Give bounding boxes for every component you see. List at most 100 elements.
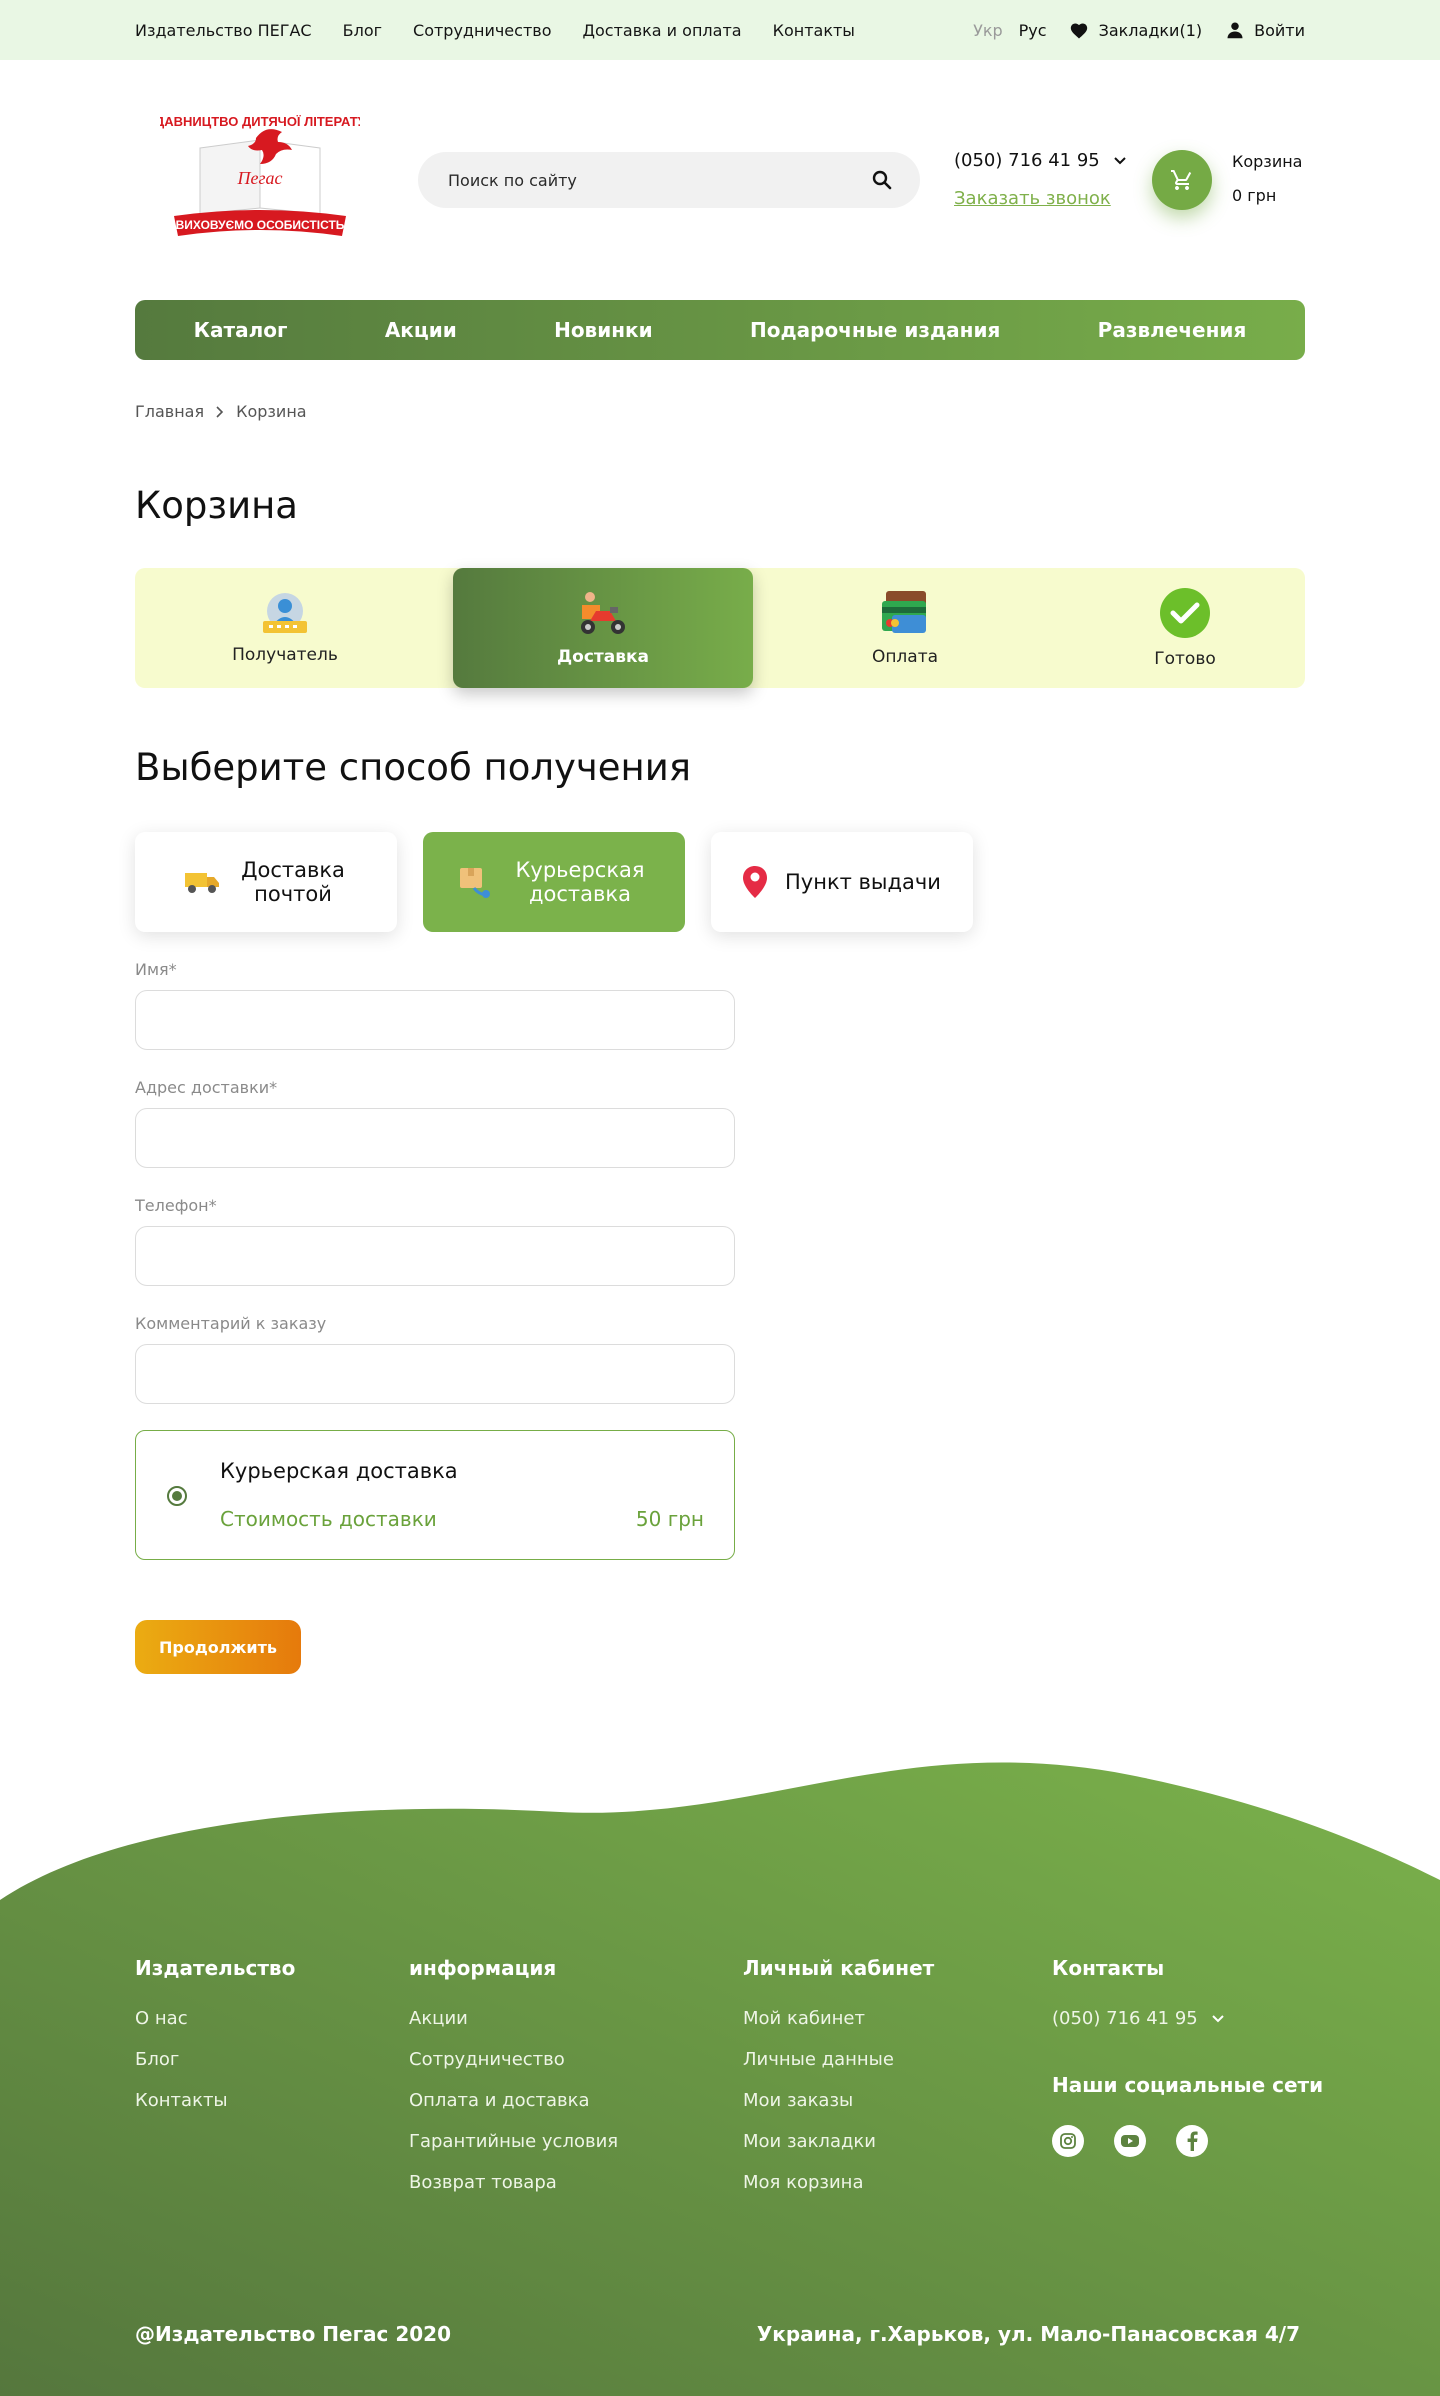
step-payment-label: Оплата bbox=[871, 647, 939, 667]
step-payment[interactable]: Оплата bbox=[755, 568, 1055, 688]
youtube-icon[interactable] bbox=[1114, 2125, 1146, 2157]
option-post-label: Доставка почтой bbox=[241, 857, 345, 906]
footer-link-payment-delivery[interactable]: Оплата и доставка bbox=[409, 2090, 618, 2111]
comment-label: Комментарий к заказу bbox=[135, 1314, 327, 1333]
location-pin-icon bbox=[743, 866, 768, 898]
footer-col-info-title: информация bbox=[409, 1956, 557, 1980]
logo[interactable]: ВИДАВНИЦТВО ДИТЯЧОЇ ЛІТЕРАТУРИ Пегас ВИХ… bbox=[136, 108, 384, 248]
footer-link-my-bookmarks[interactable]: Мои закладки bbox=[743, 2131, 934, 2152]
option-courier-label: Курьерская доставка bbox=[515, 857, 645, 906]
footer-link-promotions[interactable]: Акции bbox=[409, 2008, 618, 2029]
login-label: Войти bbox=[1254, 20, 1305, 40]
footer-col-account-title: Личный кабинет bbox=[743, 1956, 935, 1980]
shipping-name: Курьерская доставка bbox=[220, 1459, 458, 1483]
footer-col-publisher-title: Издательство bbox=[135, 1956, 296, 1980]
lang-ukr[interactable]: Укр bbox=[973, 21, 1003, 40]
footer-link-my-cart[interactable]: Моя корзина bbox=[743, 2172, 934, 2193]
comment-field[interactable] bbox=[135, 1344, 735, 1404]
truck-icon bbox=[185, 873, 219, 893]
breadcrumb: Главная Корзина bbox=[135, 402, 307, 421]
chevron-down-icon bbox=[1114, 156, 1126, 164]
address-field[interactable] bbox=[135, 1108, 735, 1168]
footer-phone[interactable]: (050) 716 41 95 bbox=[1052, 2008, 1323, 2029]
phone-label: Телефон* bbox=[135, 1196, 217, 1215]
step-delivery-label: Доставка bbox=[557, 647, 649, 667]
top-link-publisher[interactable]: Издательство ПЕГАС bbox=[135, 21, 312, 40]
heart-icon bbox=[1070, 23, 1087, 39]
footer-phone-number: (050) 716 41 95 bbox=[1052, 2008, 1198, 2029]
nav-catalog[interactable]: Каталог bbox=[194, 318, 288, 342]
bookmarks-link[interactable]: Закладки(1) bbox=[1069, 20, 1203, 40]
top-nav: Издательство ПЕГАС Блог Сотрудничество Д… bbox=[135, 0, 855, 60]
footer-link-warranty[interactable]: Гарантийные условия bbox=[409, 2131, 618, 2152]
footer-link-about[interactable]: О нас bbox=[135, 2008, 295, 2029]
footer-link-returns[interactable]: Возврат товара bbox=[409, 2172, 618, 2193]
shipping-radio[interactable] bbox=[167, 1486, 187, 1506]
top-link-cooperation[interactable]: Сотрудничество bbox=[413, 21, 551, 40]
top-right-actions: Укр Рус Закладки(1) Войти bbox=[973, 0, 1305, 60]
bookmarks-label: Закладки(1) bbox=[1098, 20, 1203, 40]
nav-new[interactable]: Новинки bbox=[554, 318, 653, 342]
name-label: Имя* bbox=[135, 960, 177, 979]
continue-button[interactable]: Продолжить bbox=[135, 1620, 301, 1674]
step-recipient[interactable]: Получатель bbox=[135, 568, 435, 688]
option-courier-delivery[interactable]: Курьерская доставка bbox=[423, 832, 685, 932]
header-phone[interactable]: (050) 716 41 95 bbox=[954, 150, 1126, 171]
footer-col-info: информация Акции Сотрудничество Оплата и… bbox=[409, 1956, 618, 2213]
footer-link-blog[interactable]: Блог bbox=[135, 2049, 295, 2070]
step-delivery[interactable]: Доставка bbox=[453, 568, 753, 688]
chevron-down-icon bbox=[1212, 2014, 1224, 2022]
logo-bottom-text: ВИХОВУЄМО ОСОБИСТІСТЬ bbox=[176, 218, 345, 232]
breadcrumb-current: Корзина bbox=[236, 402, 307, 421]
search-input[interactable] bbox=[448, 152, 848, 208]
footer-link-personal-data[interactable]: Личные данные bbox=[743, 2049, 934, 2070]
top-link-delivery[interactable]: Доставка и оплата bbox=[582, 21, 741, 40]
user-icon bbox=[1227, 22, 1243, 39]
cart-button[interactable] bbox=[1152, 150, 1212, 210]
footer-col-contacts-title: Контакты bbox=[1052, 1956, 1165, 1980]
payment-cards-icon bbox=[882, 591, 926, 633]
section-title: Выберите способ получения bbox=[135, 746, 692, 789]
footer-link-contacts[interactable]: Контакты bbox=[135, 2090, 295, 2111]
copyright: @Издательство Пегас 2020 bbox=[135, 2322, 451, 2346]
breadcrumb-home[interactable]: Главная bbox=[135, 402, 204, 421]
address-label: Адрес доставки* bbox=[135, 1078, 278, 1097]
name-field[interactable] bbox=[135, 990, 735, 1050]
chevron-right-icon bbox=[216, 405, 224, 418]
shipping-option-card[interactable]: Курьерская доставка Стоимость доставки 5… bbox=[135, 1430, 735, 1560]
shipping-cost-label: Стоимость доставки bbox=[220, 1507, 437, 1531]
footer-link-cooperation[interactable]: Сотрудничество bbox=[409, 2049, 618, 2070]
option-pickup-label: Пункт выдачи bbox=[785, 869, 941, 894]
logo-top-text: ВИДАВНИЦТВО ДИТЯЧОЇ ЛІТЕРАТУРИ bbox=[160, 114, 360, 129]
lang-rus[interactable]: Рус bbox=[1019, 21, 1047, 40]
step-done-label: Готово bbox=[1154, 649, 1216, 669]
option-pickup-point[interactable]: Пункт выдачи bbox=[711, 832, 973, 932]
social-title: Наши социальные сети bbox=[1052, 2073, 1324, 2097]
nav-gift-editions[interactable]: Подарочные издания bbox=[750, 318, 1000, 342]
nav-entertainment[interactable]: Развлечения bbox=[1098, 318, 1247, 342]
radio-dot bbox=[172, 1491, 182, 1501]
footer-link-my-orders[interactable]: Мои заказы bbox=[743, 2090, 934, 2111]
footer-address: Украина, г.Харьков, ул. Мало-Панасовская… bbox=[756, 2322, 1300, 2346]
footer-col-publisher: Издательство О нас Блог Контакты bbox=[135, 1956, 295, 2131]
option-post-delivery[interactable]: Доставка почтой bbox=[135, 832, 397, 932]
recipient-icon bbox=[263, 593, 307, 633]
login-link[interactable]: Войти bbox=[1226, 21, 1305, 40]
cart-label[interactable]: Корзина bbox=[1232, 152, 1302, 171]
social-links bbox=[1052, 2125, 1323, 2157]
top-link-contacts[interactable]: Контакты bbox=[773, 21, 855, 40]
nav-promotions[interactable]: Акции bbox=[385, 318, 457, 342]
logo-brand-text: Пегас bbox=[237, 168, 283, 188]
facebook-icon[interactable] bbox=[1176, 2125, 1208, 2157]
top-link-blog[interactable]: Блог bbox=[343, 21, 382, 40]
delivery-scooter-icon bbox=[581, 592, 625, 634]
instagram-icon[interactable] bbox=[1052, 2125, 1084, 2157]
main-nav: Каталог Акции Новинки Подарочные издания… bbox=[135, 300, 1305, 360]
callback-link[interactable]: Заказать звонок bbox=[954, 188, 1111, 209]
checkout-steps: Получатель Доставка Оплата Готово bbox=[135, 568, 1305, 688]
phone-field[interactable] bbox=[135, 1226, 735, 1286]
footer-link-my-account[interactable]: Мой кабинет bbox=[743, 2008, 934, 2029]
cart-icon bbox=[1171, 170, 1192, 190]
step-done[interactable]: Готово bbox=[1035, 568, 1335, 688]
search-icon[interactable] bbox=[870, 168, 894, 192]
